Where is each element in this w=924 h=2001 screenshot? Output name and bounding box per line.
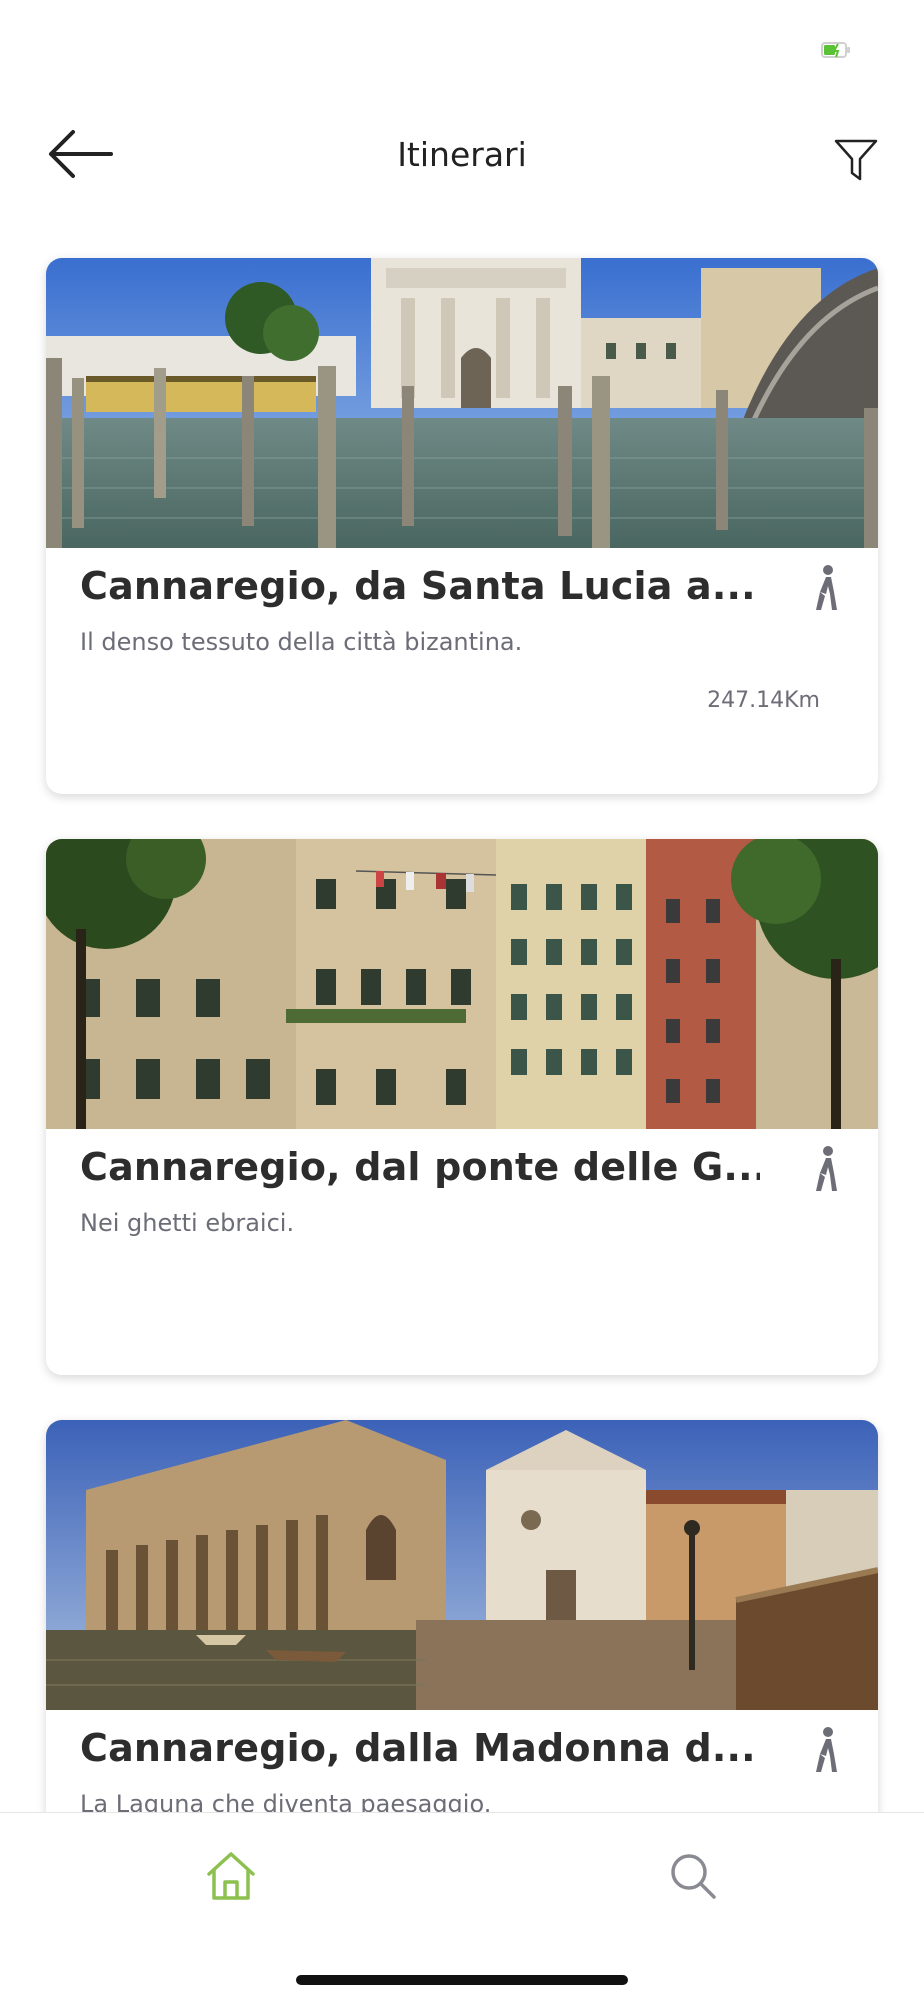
walking-person-icon xyxy=(816,565,837,610)
back-button[interactable] xyxy=(40,124,120,184)
walking-person-icon xyxy=(816,1727,837,1772)
itinerary-image-ghetto xyxy=(46,839,878,1129)
search-icon xyxy=(671,1854,716,1899)
battery-charging-icon xyxy=(821,42,850,58)
funnel-icon xyxy=(834,139,878,181)
nav-home-button[interactable] xyxy=(196,1841,266,1911)
filter-button[interactable] xyxy=(826,130,886,190)
itinerary-distance: 247.14Km xyxy=(707,688,820,713)
itinerary-subtitle: Nei ghetti ebraici. xyxy=(80,1209,295,1237)
home-icon xyxy=(207,1852,255,1900)
status-bar xyxy=(0,0,924,90)
itinerary-subtitle: Il denso tessuto della città bizantina. xyxy=(80,628,523,656)
itinerary-card[interactable]: Cannaregio, da Santa Lucia a... Il denso… xyxy=(46,258,878,794)
bottom-navigation xyxy=(0,1812,924,2001)
app-header: Itinerari xyxy=(0,110,924,200)
itinerary-image-santa-lucia xyxy=(46,258,878,548)
itinerary-title: Cannaregio, dalla Madonna d... xyxy=(80,1726,756,1770)
walking-person-icon xyxy=(816,1146,837,1191)
page-title: Itinerari xyxy=(397,135,527,174)
itinerary-title: Cannaregio, dal ponte delle G... xyxy=(80,1145,760,1189)
arrow-left-icon xyxy=(49,130,113,178)
itinerary-title: Cannaregio, da Santa Lucia a... xyxy=(80,564,756,608)
itinerary-image-madonna xyxy=(46,1420,878,1710)
nav-search-button[interactable] xyxy=(658,1841,728,1911)
itinerary-card[interactable]: Cannaregio, dal ponte delle G... Nei ghe… xyxy=(46,839,878,1375)
home-indicator xyxy=(296,1975,628,1985)
